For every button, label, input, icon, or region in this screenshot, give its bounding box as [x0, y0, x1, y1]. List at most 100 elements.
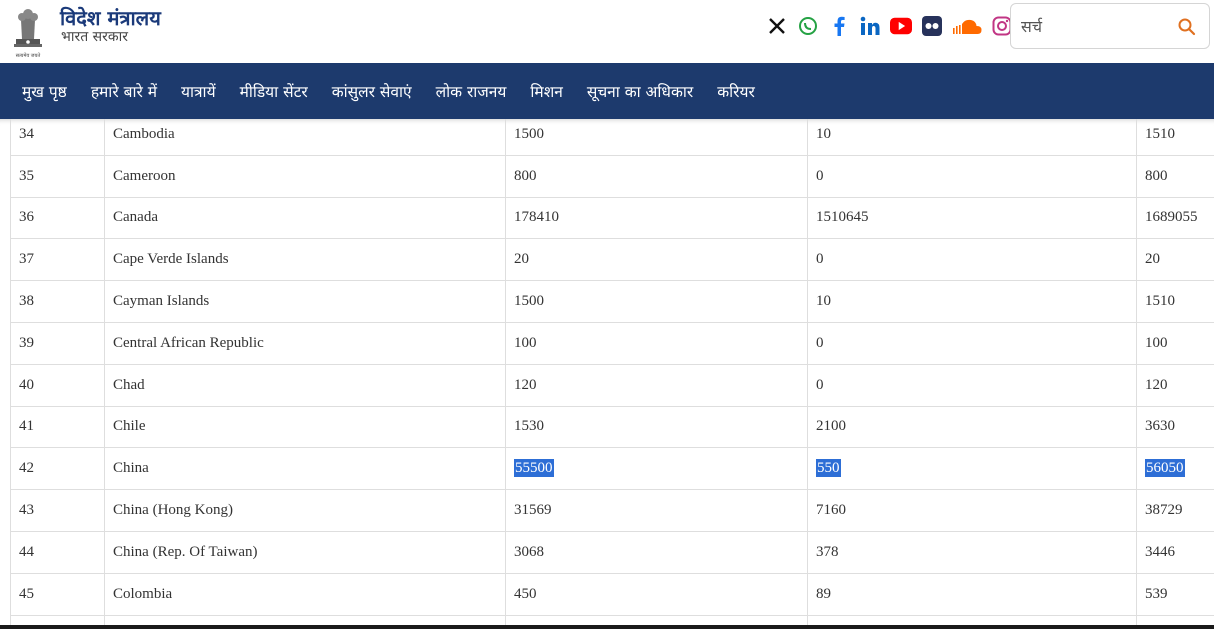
- cell-text: 3446: [1145, 543, 1175, 560]
- cell-text: 37: [19, 251, 34, 268]
- cell-text: 100: [1145, 334, 1168, 351]
- table-row: 44 China (Rep. Of Taiwan) 3068 378 3446: [10, 530, 1214, 574]
- facebook-icon[interactable]: [828, 15, 850, 37]
- cell-text: Central African Republic: [113, 334, 264, 351]
- table-row: 37 Cape Verde Islands 20 0 20: [10, 238, 1214, 282]
- cell-text: 0: [816, 334, 824, 351]
- total-cell: 3446: [1136, 530, 1214, 574]
- cell-text: 800: [514, 167, 537, 184]
- search-input[interactable]: [1021, 12, 1171, 40]
- cell-text: 39: [19, 334, 34, 351]
- cell-text: 38: [19, 293, 34, 310]
- value-cell-1: 100: [505, 321, 808, 365]
- value-cell-2: [807, 614, 1137, 625]
- value-cell-2: 0: [807, 321, 1137, 365]
- serial-number-cell: 42: [10, 447, 105, 491]
- table-row: 40 Chad 120 0 120: [10, 363, 1214, 407]
- x-icon[interactable]: [766, 15, 788, 37]
- country-cell: China (Hong Kong): [104, 489, 506, 532]
- cell-text: Colombia: [113, 585, 173, 602]
- linkedin-icon[interactable]: [859, 15, 881, 37]
- country-cell: Chad: [104, 363, 506, 407]
- total-cell: 38729: [1136, 489, 1214, 532]
- table-row: 39 Central African Republic 100 0 100: [10, 321, 1214, 365]
- cell-text: China (Hong Kong): [113, 502, 233, 519]
- data-table-container[interactable]: 34 Cambodia 1500 10 1510 35 Cameroon 800 0 800 36 C…: [0, 119, 1214, 625]
- youtube-icon[interactable]: [890, 15, 912, 37]
- cell-text: 0: [816, 376, 824, 393]
- table-row: 36 Canada 178410 1510645 1689055: [10, 196, 1214, 240]
- nav-item-home[interactable]: मुख पृष्ठ: [22, 80, 67, 102]
- cell-text: 1689055: [1145, 209, 1198, 226]
- cell-text: 10: [816, 125, 831, 142]
- value-cell-1: 120: [505, 363, 808, 407]
- cell-text: 450: [514, 585, 537, 602]
- total-cell: 1510: [1136, 280, 1214, 323]
- nav-item-rti[interactable]: सूचना का अधिकार: [587, 80, 693, 102]
- nav-item-media-center[interactable]: मीडिया सेंटर: [240, 80, 308, 102]
- total-cell: 1510: [1136, 119, 1214, 156]
- country-cell: China: [104, 447, 506, 491]
- soundcloud-icon[interactable]: [952, 15, 982, 37]
- national-emblem-logo[interactable]: सत्यमेव जयते: [10, 2, 46, 60]
- cell-text: 0: [816, 251, 824, 268]
- value-cell-2: 89: [807, 572, 1137, 616]
- search-icon[interactable]: [1177, 17, 1197, 37]
- cell-text: 35: [19, 167, 34, 184]
- value-cell-2: 378: [807, 530, 1137, 574]
- value-cell-1: 178410: [505, 196, 808, 240]
- value-cell-1: 20: [505, 238, 808, 282]
- nav-item-visits[interactable]: यात्रायें: [181, 80, 216, 102]
- cell-text: 1510645: [816, 209, 869, 226]
- cell-text: 43: [19, 502, 34, 519]
- serial-number-cell: [10, 614, 105, 625]
- nav-item-about-us[interactable]: हमारे बारे में: [91, 80, 157, 102]
- value-cell-2: 0: [807, 238, 1137, 282]
- cell-text: 378: [816, 543, 839, 560]
- total-cell: 3630: [1136, 405, 1214, 449]
- cell-text: China (Rep. Of Taiwan): [113, 543, 258, 560]
- table-row: 34 Cambodia 1500 10 1510: [10, 119, 1214, 156]
- value-cell-2: 550: [807, 447, 1137, 491]
- total-cell: 800: [1136, 154, 1214, 198]
- svg-text:सत्यमेव जयते: सत्यमेव जयते: [16, 52, 41, 59]
- serial-number-cell: 36: [10, 196, 105, 240]
- site-title[interactable]: विदेश मंत्रालय: [60, 6, 161, 30]
- total-cell: [1136, 614, 1214, 625]
- cell-text: Chad: [113, 376, 145, 393]
- whatsapp-icon[interactable]: [797, 15, 819, 37]
- nav-item-careers[interactable]: करियर: [717, 80, 755, 102]
- site-header: सत्यमेव जयते विदेश मंत्रालय भारत सरकार: [0, 0, 1214, 63]
- cell-text: 1510: [1145, 293, 1175, 310]
- value-cell-2: 2100: [807, 405, 1137, 449]
- country-cell: Cape Verde Islands: [104, 238, 506, 282]
- country-cell: Cayman Islands: [104, 280, 506, 323]
- flickr-icon[interactable]: [921, 15, 943, 37]
- cell-text: 1500: [514, 293, 544, 310]
- cell-text: Chile: [113, 418, 146, 435]
- cell-text: 3068: [514, 543, 544, 560]
- cell-text: 41: [19, 418, 34, 435]
- value-cell-1: 450: [505, 572, 808, 616]
- total-cell: 1689055: [1136, 196, 1214, 240]
- cell-text: 120: [1145, 376, 1168, 393]
- cell-text: 1530: [514, 418, 544, 435]
- main-nav: मुख पृष्ठ हमारे बारे में यात्रायें मीडिय…: [0, 63, 1214, 119]
- value-cell-2: 10: [807, 280, 1137, 323]
- nav-item-public-diplomacy[interactable]: लोक राजनय: [436, 80, 507, 102]
- country-cell: Central African Republic: [104, 321, 506, 365]
- cell-text: 178410: [514, 209, 559, 226]
- value-cell-2: 7160: [807, 489, 1137, 532]
- table-row: 43 China (Hong Kong) 31569 7160 38729: [10, 489, 1214, 532]
- table-row: 35 Cameroon 800 0 800: [10, 154, 1214, 198]
- nav-item-consular-services[interactable]: कांसुलर सेवाएं: [332, 80, 412, 102]
- country-cell: Colombia: [104, 572, 506, 616]
- value-cell-1: 55500: [505, 447, 808, 491]
- value-cell-1: [505, 614, 808, 625]
- country-cell: Chile: [104, 405, 506, 449]
- value-cell-1: 1500: [505, 280, 808, 323]
- nav-item-missions[interactable]: मिशन: [530, 80, 562, 102]
- cell-text: Canada: [113, 209, 158, 226]
- total-cell: 20: [1136, 238, 1214, 282]
- social-links: [766, 14, 1013, 38]
